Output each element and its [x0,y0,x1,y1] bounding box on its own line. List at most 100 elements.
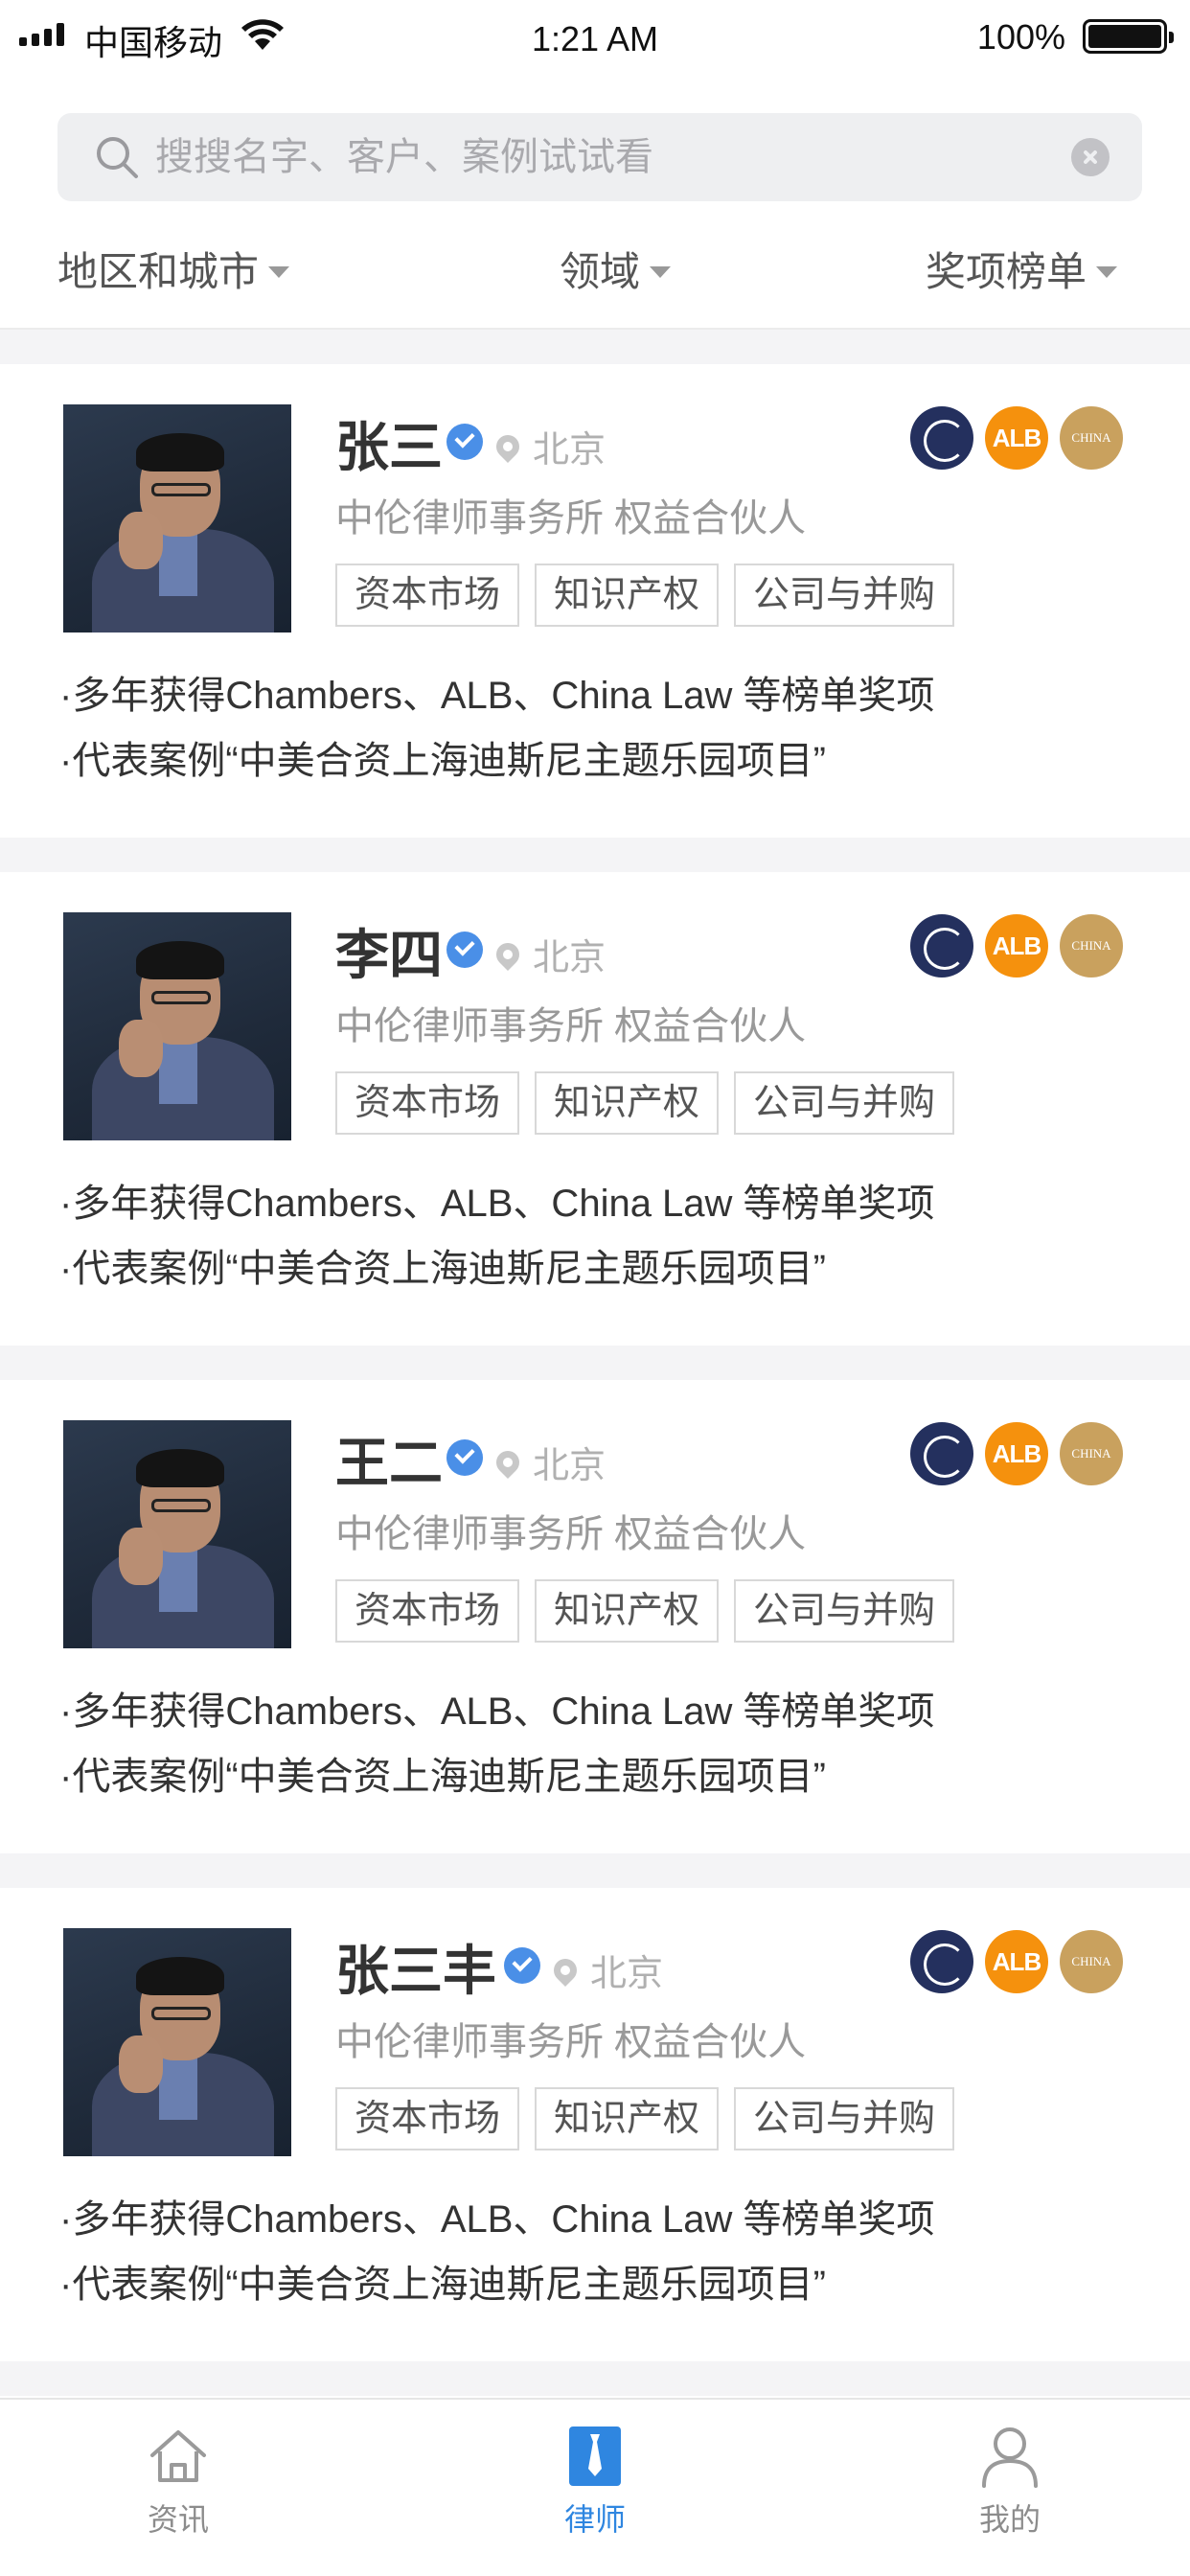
lawyer-photo [63,912,291,1140]
location: 北京 [492,928,606,980]
home-icon [150,2430,206,2482]
china-law-badge-icon: CHINA [1060,1930,1123,1993]
lawyer-firm: 中伦律师事务所 权益合伙人 [335,2021,807,2063]
practice-tag: 知识产权 [535,1071,720,1135]
china-law-badge-icon: CHINA [1060,1422,1123,1485]
tab-bar: 资讯 律师 我的 [0,2398,1190,2576]
tab-lawyers-label: 律师 [563,2502,626,2537]
award-badges: ALB CHINA [910,914,1123,978]
lawyer-highlights: ·多年获得Chambers、ALB、China Law 等榜单奖项 ·代表案例“… [59,1171,935,1301]
lawyer-photo [63,1420,291,1648]
filter-region[interactable]: 地区和城市 [57,240,290,298]
highlight-line: ·代表案例“中美合资上海迪斯尼主题乐园项目” [59,1756,826,1798]
clear-icon[interactable] [1071,138,1110,176]
location: 北京 [549,1944,664,1996]
practice-tags: 资本市场 知识产权 公司与并购 [335,564,955,627]
award-badges: ALB CHINA [910,1930,1123,1993]
lawyer-tie-icon [569,2426,621,2486]
chambers-badge-icon [910,914,973,978]
location-pin-icon [549,1953,582,1987]
highlight-line: ·代表案例“中美合资上海迪斯尼主题乐园项目” [59,1248,826,1290]
lawyer-name: 王二 [335,1433,443,1493]
location-label: 北京 [533,430,606,471]
chambers-badge-icon [910,406,973,470]
lawyer-photo [63,404,291,632]
verified-icon [446,932,483,968]
filter-field[interactable]: 领域 [560,240,672,298]
caret-down-icon [268,265,290,278]
filter-bar: 地区和城市 领域 奖项榜单 [0,211,1190,330]
user-icon [982,2427,1038,2488]
practice-tag: 知识产权 [535,2087,720,2150]
tab-news[interactable]: 资讯 [82,2423,274,2540]
highlight-line: ·多年获得Chambers、ALB、China Law 等榜单奖项 [59,675,935,717]
alb-badge-icon: ALB [985,914,1048,978]
lawyer-card[interactable]: 张三丰 北京 ALB CHINA 中伦律师事务所 权益合伙人 资本市场 知识产权… [0,1888,1190,2361]
lawyer-card[interactable]: 李四 北京 ALB CHINA 中伦律师事务所 权益合伙人 资本市场 知识产权 … [0,872,1190,1346]
lawyer-firm: 中伦律师事务所 权益合伙人 [335,1005,807,1047]
filter-region-label: 地区和城市 [57,249,260,294]
tab-lawyers[interactable]: 律师 [499,2423,691,2540]
practice-tags: 资本市场 知识产权 公司与并购 [335,1579,955,1643]
location-label: 北京 [590,1954,664,1994]
caret-down-icon [650,265,672,278]
location-label: 北京 [533,938,606,978]
lawyer-highlights: ·多年获得Chambers、ALB、China Law 等榜单奖项 ·代表案例“… [59,663,935,794]
lawyer-firm: 中伦律师事务所 权益合伙人 [335,497,807,540]
practice-tag: 资本市场 [335,2087,520,2150]
verified-icon [446,1439,483,1476]
tab-news-label: 资讯 [147,2502,209,2537]
verified-icon [504,1947,540,1984]
location-pin-icon [492,1445,524,1479]
lawyer-photo [63,1928,291,2156]
lawyer-name: 张三丰 [335,1941,496,2001]
lawyer-card[interactable]: 张三 北京 ALB CHINA 中伦律师事务所 权益合伙人 资本市场 知识产权 … [0,364,1190,838]
lawyer-firm: 中伦律师事务所 权益合伙人 [335,1513,807,1555]
tab-me-label: 我的 [978,2502,1041,2537]
lawyer-highlights: ·多年获得Chambers、ALB、China Law 等榜单奖项 ·代表案例“… [59,2187,935,2317]
highlight-line: ·代表案例“中美合资上海迪斯尼主题乐园项目” [59,2264,826,2306]
lawyer-name: 张三 [335,417,443,477]
chambers-badge-icon [910,1422,973,1485]
filter-awards[interactable]: 奖项榜单 [926,240,1118,298]
practice-tag: 公司与并购 [734,1579,955,1643]
chambers-badge-icon [910,1930,973,1993]
location-pin-icon [492,429,524,463]
caret-down-icon [1096,265,1118,278]
location: 北京 [492,1436,606,1488]
location-label: 北京 [533,1446,606,1486]
practice-tag: 资本市场 [335,1579,520,1643]
tab-me[interactable]: 我的 [914,2423,1106,2540]
award-badges: ALB CHINA [910,1422,1123,1485]
battery-icon [1083,19,1174,54]
lawyer-list: 张三 北京 ALB CHINA 中伦律师事务所 权益合伙人 资本市场 知识产权 … [0,330,1190,2396]
lawyer-name: 李四 [335,925,443,985]
search-icon [97,137,138,178]
china-law-badge-icon: CHINA [1060,406,1123,470]
practice-tag: 知识产权 [535,564,720,627]
alb-badge-icon: ALB [985,1422,1048,1485]
award-badges: ALB CHINA [910,406,1123,470]
search-input[interactable] [155,126,1018,188]
search-bar [57,113,1142,201]
practice-tag: 公司与并购 [734,1071,955,1135]
location-pin-icon [492,937,524,971]
verified-icon [446,424,483,460]
highlight-line: ·代表案例“中美合资上海迪斯尼主题乐园项目” [59,740,826,782]
filter-awards-label: 奖项榜单 [926,249,1087,294]
practice-tag: 资本市场 [335,1071,520,1135]
location: 北京 [492,420,606,472]
highlight-line: ·多年获得Chambers、ALB、China Law 等榜单奖项 [59,1183,935,1225]
filter-field-label: 领域 [560,249,641,294]
lawyer-card[interactable]: 王二 北京 ALB CHINA 中伦律师事务所 权益合伙人 资本市场 知识产权 … [0,1380,1190,1853]
practice-tag: 公司与并购 [734,2087,955,2150]
lawyer-highlights: ·多年获得Chambers、ALB、China Law 等榜单奖项 ·代表案例“… [59,1679,935,1809]
practice-tags: 资本市场 知识产权 公司与并购 [335,1071,955,1135]
practice-tag: 知识产权 [535,1579,720,1643]
battery-percent: 100% [976,17,1065,57]
practice-tags: 资本市场 知识产权 公司与并购 [335,2087,955,2150]
practice-tag: 资本市场 [335,564,520,627]
status-bar: 中国移动 1:21 AM 100% [0,0,1190,77]
practice-tag: 公司与并购 [734,564,955,627]
highlight-line: ·多年获得Chambers、ALB、China Law 等榜单奖项 [59,2198,935,2241]
